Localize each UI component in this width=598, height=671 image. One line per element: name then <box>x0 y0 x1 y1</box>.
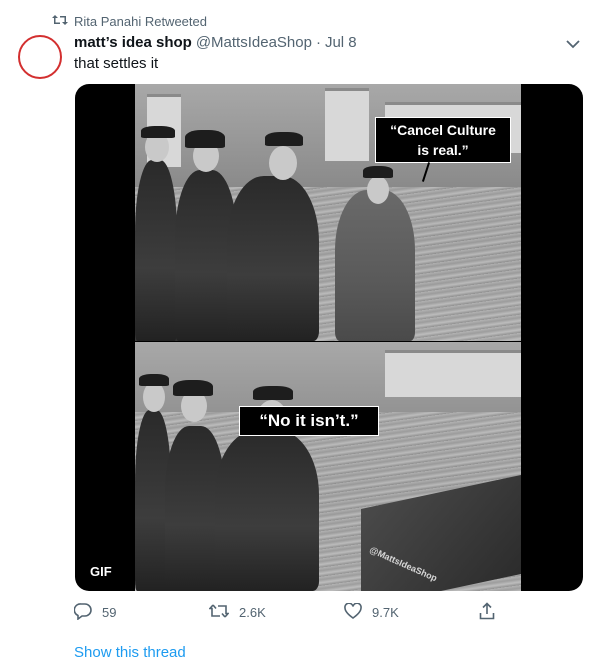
gif-badge: GIF <box>84 562 118 582</box>
share-button[interactable] <box>479 600 495 624</box>
share-icon <box>479 601 495 623</box>
retweet-count: 2.6K <box>239 604 266 620</box>
tweet-header: matt’s idea shop @MattsIdeaShop · Jul 8 <box>74 34 558 54</box>
retweet-banner: Rita Panahi Retweeted <box>52 12 207 30</box>
like-count: 9.7K <box>372 604 399 620</box>
retweet-banner-text: Rita Panahi Retweeted <box>74 13 207 29</box>
caption-bottom: “No it isn’t.” <box>239 406 379 436</box>
reply-icon <box>73 602 92 623</box>
retweet-button[interactable]: 2.6K <box>208 600 266 624</box>
user-handle[interactable]: @MattsIdeaShop <box>196 34 312 51</box>
tweet-actions: 59 2.6K 9.7K <box>73 600 504 624</box>
heart-icon <box>344 601 362 622</box>
tweet-text: that settles it <box>74 55 159 72</box>
show-thread-link[interactable]: Show this thread <box>74 644 186 661</box>
retweet-action-icon <box>208 603 230 622</box>
reply-count: 59 <box>102 604 117 620</box>
reply-button[interactable]: 59 <box>73 600 117 624</box>
tweet-media-gif[interactable]: “Cancel Culture is real.” “No it isn’t.”… <box>75 84 583 591</box>
tweet-date[interactable]: Jul 8 <box>325 34 357 51</box>
meme-panel-bottom <box>135 342 521 591</box>
display-name[interactable]: matt’s idea shop <box>74 34 192 51</box>
chevron-down-icon[interactable] <box>564 36 582 52</box>
avatar[interactable] <box>18 35 62 79</box>
retweet-icon <box>52 13 68 30</box>
header-separator: · <box>315 34 321 51</box>
like-button[interactable]: 9.7K <box>344 600 399 624</box>
caption-top: “Cancel Culture is real.” <box>375 117 511 163</box>
